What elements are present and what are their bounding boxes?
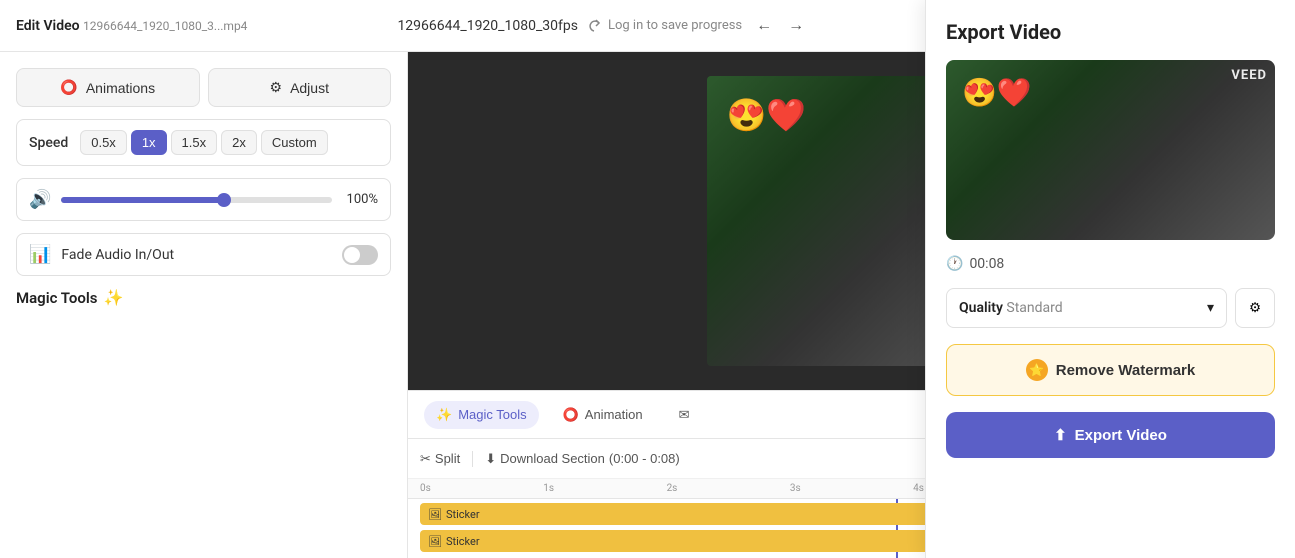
animation-toolbar-button[interactable]: ⭕ Animation: [551, 401, 655, 429]
volume-control: 🔊 100%: [16, 178, 391, 221]
animation-toolbar-icon: ⭕: [563, 407, 579, 423]
export-watermark-text: VEED: [1231, 68, 1267, 83]
export-preview-thumbnail: 😍❤️ VEED: [946, 60, 1275, 240]
separator: [472, 451, 473, 467]
quality-select[interactable]: Quality Standard ▾: [946, 288, 1227, 328]
undo-button[interactable]: ←: [750, 11, 778, 41]
fade-toggle[interactable]: [342, 245, 378, 265]
volume-slider[interactable]: [61, 197, 332, 203]
quality-row: Quality Standard ▾ ⚙: [946, 288, 1275, 328]
speed-label: Speed: [29, 135, 68, 151]
speed-options: 0.5x 1x 1.5x 2x Custom: [80, 130, 327, 155]
animations-button[interactable]: ⭕ Animations: [16, 68, 200, 107]
undo-redo-group: ← →: [750, 11, 810, 41]
quality-value: Standard: [1006, 300, 1062, 316]
magic-tools-toolbar-button[interactable]: ✨ Magic Tools: [424, 401, 539, 429]
download-section-button[interactable]: ⬇ Download Section (0:00 - 0:08): [485, 451, 680, 467]
sticker-icon-2: 🖼: [428, 535, 442, 548]
magic-spark-icon: ✨: [103, 288, 123, 307]
clock-icon: 🕐: [946, 256, 963, 272]
export-duration: 🕐 00:08: [946, 256, 1275, 272]
animations-icon: ⭕: [60, 79, 77, 96]
speed-1x[interactable]: 1x: [131, 130, 167, 155]
speed-custom[interactable]: Custom: [261, 130, 328, 155]
topbar-center: 12966644_1920_1080_30fps Log in to save …: [259, 11, 948, 41]
fade-icon: 📊: [29, 244, 51, 265]
quality-settings-button[interactable]: ⚙: [1235, 288, 1275, 328]
video-name-label: 12966644_1920_1080_30fps: [397, 18, 578, 34]
fade-label: Fade Audio In/Out: [61, 247, 332, 263]
page-title: Edit Video 12966644_1920_1080_3...mp4: [16, 18, 247, 34]
adjust-button[interactable]: ⚙ Adjust: [208, 68, 392, 107]
redo-button[interactable]: →: [782, 11, 810, 41]
adjust-icon: ⚙: [270, 79, 283, 96]
remove-watermark-icon: ⭐: [1026, 359, 1048, 381]
volume-track: [61, 197, 332, 203]
quality-label: Quality: [959, 300, 1003, 316]
speed-2x[interactable]: 2x: [221, 130, 257, 155]
chevron-down-icon: ▾: [1207, 300, 1214, 316]
save-progress-indicator: Log in to save progress: [586, 18, 742, 34]
left-panel: ⭕ Animations ⚙ Adjust Speed 0.5x 1x 1.5x…: [0, 52, 408, 558]
more-toolbar-button[interactable]: ✉: [667, 401, 702, 429]
main-area: ⭕ Animations ⚙ Adjust Speed 0.5x 1x 1.5x…: [0, 52, 1295, 558]
split-button[interactable]: ✂ Split: [420, 451, 460, 467]
volume-icon: 🔊: [29, 189, 51, 210]
sliders-icon: ⚙: [1249, 300, 1261, 316]
export-video-button[interactable]: ⬆ Export Video: [946, 412, 1275, 458]
speed-0.5x[interactable]: 0.5x: [80, 130, 127, 155]
export-preview-emoji: 😍❤️: [962, 76, 1032, 109]
download-icon: ⬇: [485, 451, 496, 467]
upload-icon: ⬆: [1054, 426, 1067, 444]
sticker-icon-1: 🖼: [428, 508, 442, 521]
volume-percentage: 100%: [342, 192, 378, 207]
emoji-sticker-overlay: 😍❤️: [727, 96, 807, 134]
speed-control: Speed 0.5x 1x 1.5x 2x Custom: [16, 119, 391, 166]
volume-fill: [61, 197, 223, 203]
magic-tools-toolbar-icon: ✨: [436, 407, 452, 423]
toggle-knob: [344, 247, 360, 263]
panel-top-buttons: ⭕ Animations ⚙ Adjust: [16, 68, 391, 107]
ruler-mark-2: 2s: [667, 483, 790, 494]
split-icon: ✂: [420, 451, 431, 467]
speed-1.5x[interactable]: 1.5x: [171, 130, 218, 155]
magic-tools-header: Magic Tools ✨: [16, 288, 391, 307]
volume-thumb[interactable]: [217, 193, 231, 207]
export-panel: Export Video 😍❤️ VEED 🕐 00:08 Quality St…: [925, 52, 1295, 558]
more-icon: ✉: [679, 407, 690, 423]
magic-tools-label: Magic Tools: [16, 289, 97, 307]
remove-watermark-button[interactable]: ⭐ Remove Watermark: [946, 344, 1275, 396]
ruler-mark-3: 3s: [790, 483, 913, 494]
download-range: (0:00 - 0:08): [609, 451, 680, 466]
filename-label: 12966644_1920_1080_3...mp4: [83, 19, 247, 33]
fade-audio-control: 📊 Fade Audio In/Out: [16, 233, 391, 276]
ruler-mark-1: 1s: [543, 483, 666, 494]
ruler-mark-0: 0s: [420, 483, 543, 494]
